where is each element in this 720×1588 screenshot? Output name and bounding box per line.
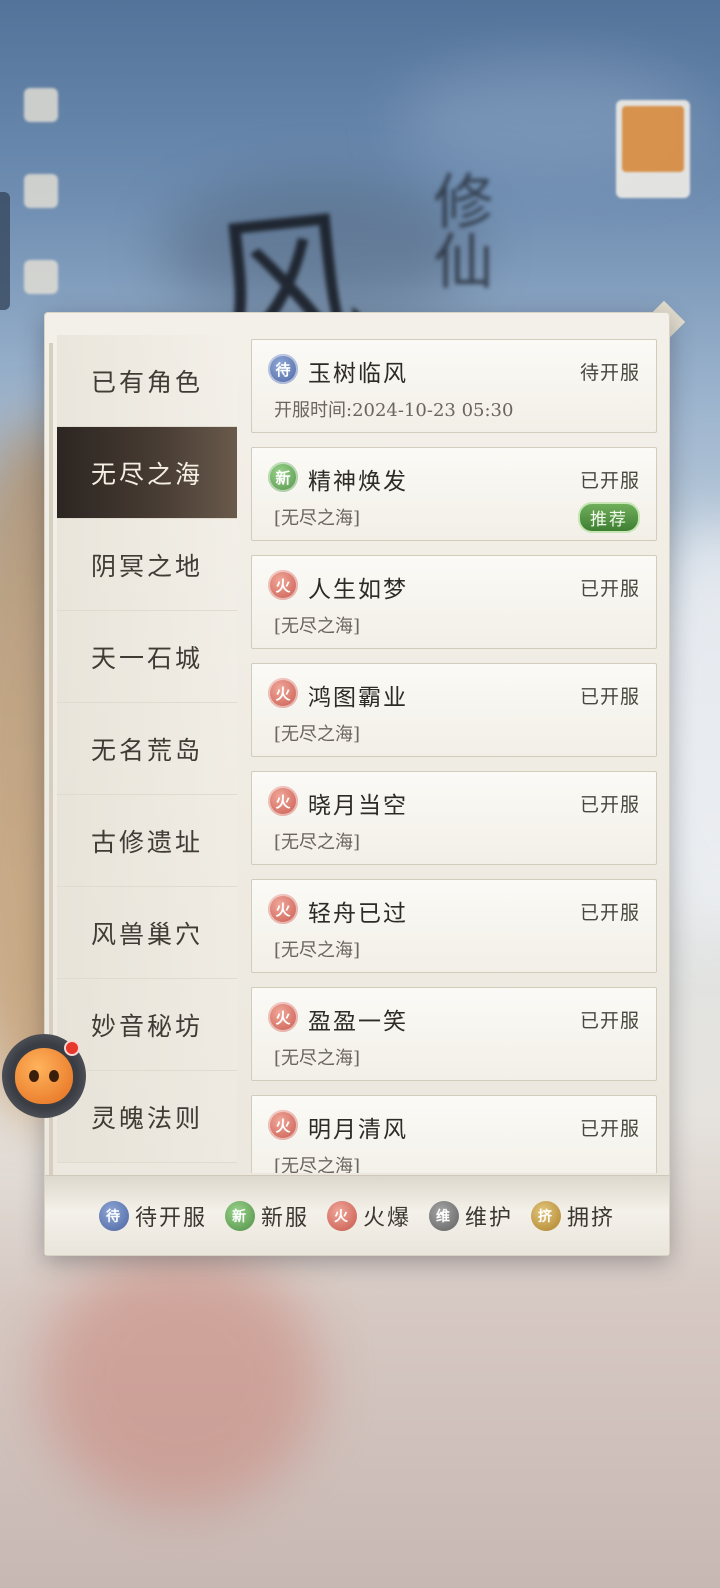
- hot-badge-icon: 火: [326, 1200, 357, 1231]
- legend-new: 新 新服: [224, 1200, 309, 1232]
- server-item[interactable]: 火 盈盈一笑 已开服 [无尽之海]: [251, 987, 657, 1081]
- server-open-time: 开服时间:2024-10-23 05:30: [274, 400, 514, 421]
- region-tab-list: 已有角色 无尽之海 阴冥之地 天一石城 无名荒岛 古修遗址 风兽巢穴 妙音秘坊 …: [57, 335, 237, 1173]
- server-list[interactable]: 待 玉树临风 待开服 开服时间:2024-10-23 05:30 新 精神焕发 …: [251, 339, 657, 1173]
- age-rating-badge: [616, 100, 690, 198]
- new-badge-icon: 新: [224, 1200, 255, 1231]
- server-status: 待开服: [579, 362, 640, 384]
- server-status: 已开服: [579, 794, 640, 816]
- tab-nameless-island[interactable]: 无名荒岛: [57, 703, 237, 795]
- legend-label: 拥挤: [567, 1205, 616, 1231]
- tab-ancient-ruins[interactable]: 古修遗址: [57, 795, 237, 887]
- orange-mascot-icon: [15, 1048, 73, 1104]
- pending-badge-icon: 待: [268, 354, 298, 384]
- logo-calligraphy-small: 修仙: [423, 170, 493, 290]
- left-shortcut-bar: [18, 88, 68, 346]
- tab-miaoyin-workshop[interactable]: 妙音秘坊: [57, 979, 237, 1071]
- server-name: 晓月当空: [308, 793, 408, 819]
- hot-badge-icon: 火: [268, 570, 298, 600]
- notice-shortcut[interactable]: [18, 174, 64, 236]
- notice-icon: [24, 174, 58, 208]
- server-name: 盈盈一笑: [308, 1009, 408, 1035]
- hot-badge-icon: 火: [268, 1110, 298, 1140]
- hot-badge-icon: 火: [268, 1002, 298, 1032]
- server-name: 玉树临风: [308, 361, 408, 387]
- server-region: [无尽之海]: [274, 940, 361, 961]
- server-status: 已开服: [579, 902, 640, 924]
- tab-endless-sea[interactable]: 无尽之海: [57, 427, 237, 519]
- busy-badge-icon: 挤: [531, 1200, 562, 1231]
- home-icon: [24, 260, 58, 294]
- server-item[interactable]: 火 晓月当空 已开服 [无尽之海]: [251, 771, 657, 865]
- server-item[interactable]: 火 轻舟已过 已开服 [无尽之海]: [251, 879, 657, 973]
- server-item[interactable]: 火 明月清风 已开服 [无尽之海]: [251, 1095, 657, 1173]
- server-name: 人生如梦: [308, 577, 408, 603]
- legend-busy: 挤 拥挤: [531, 1200, 615, 1232]
- account-shortcut[interactable]: [18, 88, 64, 150]
- server-region: [无尽之海]: [274, 832, 361, 853]
- server-region: [无尽之海]: [274, 1048, 361, 1069]
- tab-yinming[interactable]: 阴冥之地: [57, 519, 237, 611]
- legend-hot: 火 火爆: [326, 1200, 411, 1232]
- legend-label: 待开服: [134, 1205, 207, 1231]
- server-status: 已开服: [579, 578, 640, 600]
- tab-tianyi-stone-city[interactable]: 天一石城: [57, 611, 237, 703]
- server-region: [无尽之海]: [274, 508, 361, 529]
- server-name: 明月清风: [308, 1117, 408, 1143]
- floating-assistant-button[interactable]: [2, 1034, 86, 1118]
- server-select-panel: 已有角色 无尽之海 阴冥之地 天一石城 无名荒岛 古修遗址 风兽巢穴 妙音秘坊 …: [44, 312, 670, 1256]
- tab-wind-beast-lair[interactable]: 风兽巢穴: [57, 887, 237, 979]
- legend-label: 火爆: [362, 1205, 411, 1231]
- mascot-eye: [29, 1070, 39, 1082]
- pending-badge-icon: 待: [98, 1200, 129, 1231]
- server-name: 鸿图霸业: [308, 685, 408, 711]
- new-badge-icon: 新: [268, 462, 298, 492]
- server-status: 已开服: [579, 1118, 640, 1140]
- legend-label: 新服: [260, 1205, 309, 1231]
- server-name: 轻舟已过: [308, 901, 408, 927]
- hot-badge-icon: 火: [268, 786, 298, 816]
- server-region: [无尽之海]: [274, 724, 361, 745]
- maintenance-badge-icon: 维: [429, 1200, 459, 1231]
- tab-existing-roles[interactable]: 已有角色: [57, 335, 237, 427]
- hot-badge-icon: 火: [268, 894, 298, 924]
- recommend-badge: 推荐: [578, 502, 640, 533]
- server-status: 已开服: [579, 686, 640, 708]
- legend-pending: 待 待开服: [98, 1200, 207, 1232]
- hot-badge-icon: 火: [268, 678, 298, 708]
- server-status: 已开服: [579, 470, 640, 492]
- server-status: 已开服: [579, 1010, 640, 1032]
- legend-label: 维护: [465, 1205, 514, 1231]
- server-item[interactable]: 火 人生如梦 已开服 [无尽之海]: [251, 555, 657, 649]
- side-drawer-handle[interactable]: [0, 192, 10, 310]
- red-dot-icon: [64, 1040, 80, 1056]
- server-item[interactable]: 新 精神焕发 已开服 [无尽之海] 推荐: [251, 447, 657, 541]
- legend-maintenance: 维 维护: [429, 1200, 513, 1232]
- status-legend: 待 待开服 新 新服 火 火爆 维 维护 挤 拥挤: [45, 1175, 669, 1255]
- server-region: [无尽之海]: [274, 1156, 361, 1173]
- background-blossom: [40, 1250, 320, 1510]
- server-item[interactable]: 待 玉树临风 待开服 开服时间:2024-10-23 05:30: [251, 339, 657, 433]
- server-name: 精神焕发: [308, 469, 408, 495]
- server-region: [无尽之海]: [274, 616, 361, 637]
- server-item[interactable]: 火 鸿图霸业 已开服 [无尽之海]: [251, 663, 657, 757]
- account-icon: [24, 88, 58, 122]
- rating-icon: [622, 106, 684, 172]
- mascot-eye: [49, 1070, 59, 1082]
